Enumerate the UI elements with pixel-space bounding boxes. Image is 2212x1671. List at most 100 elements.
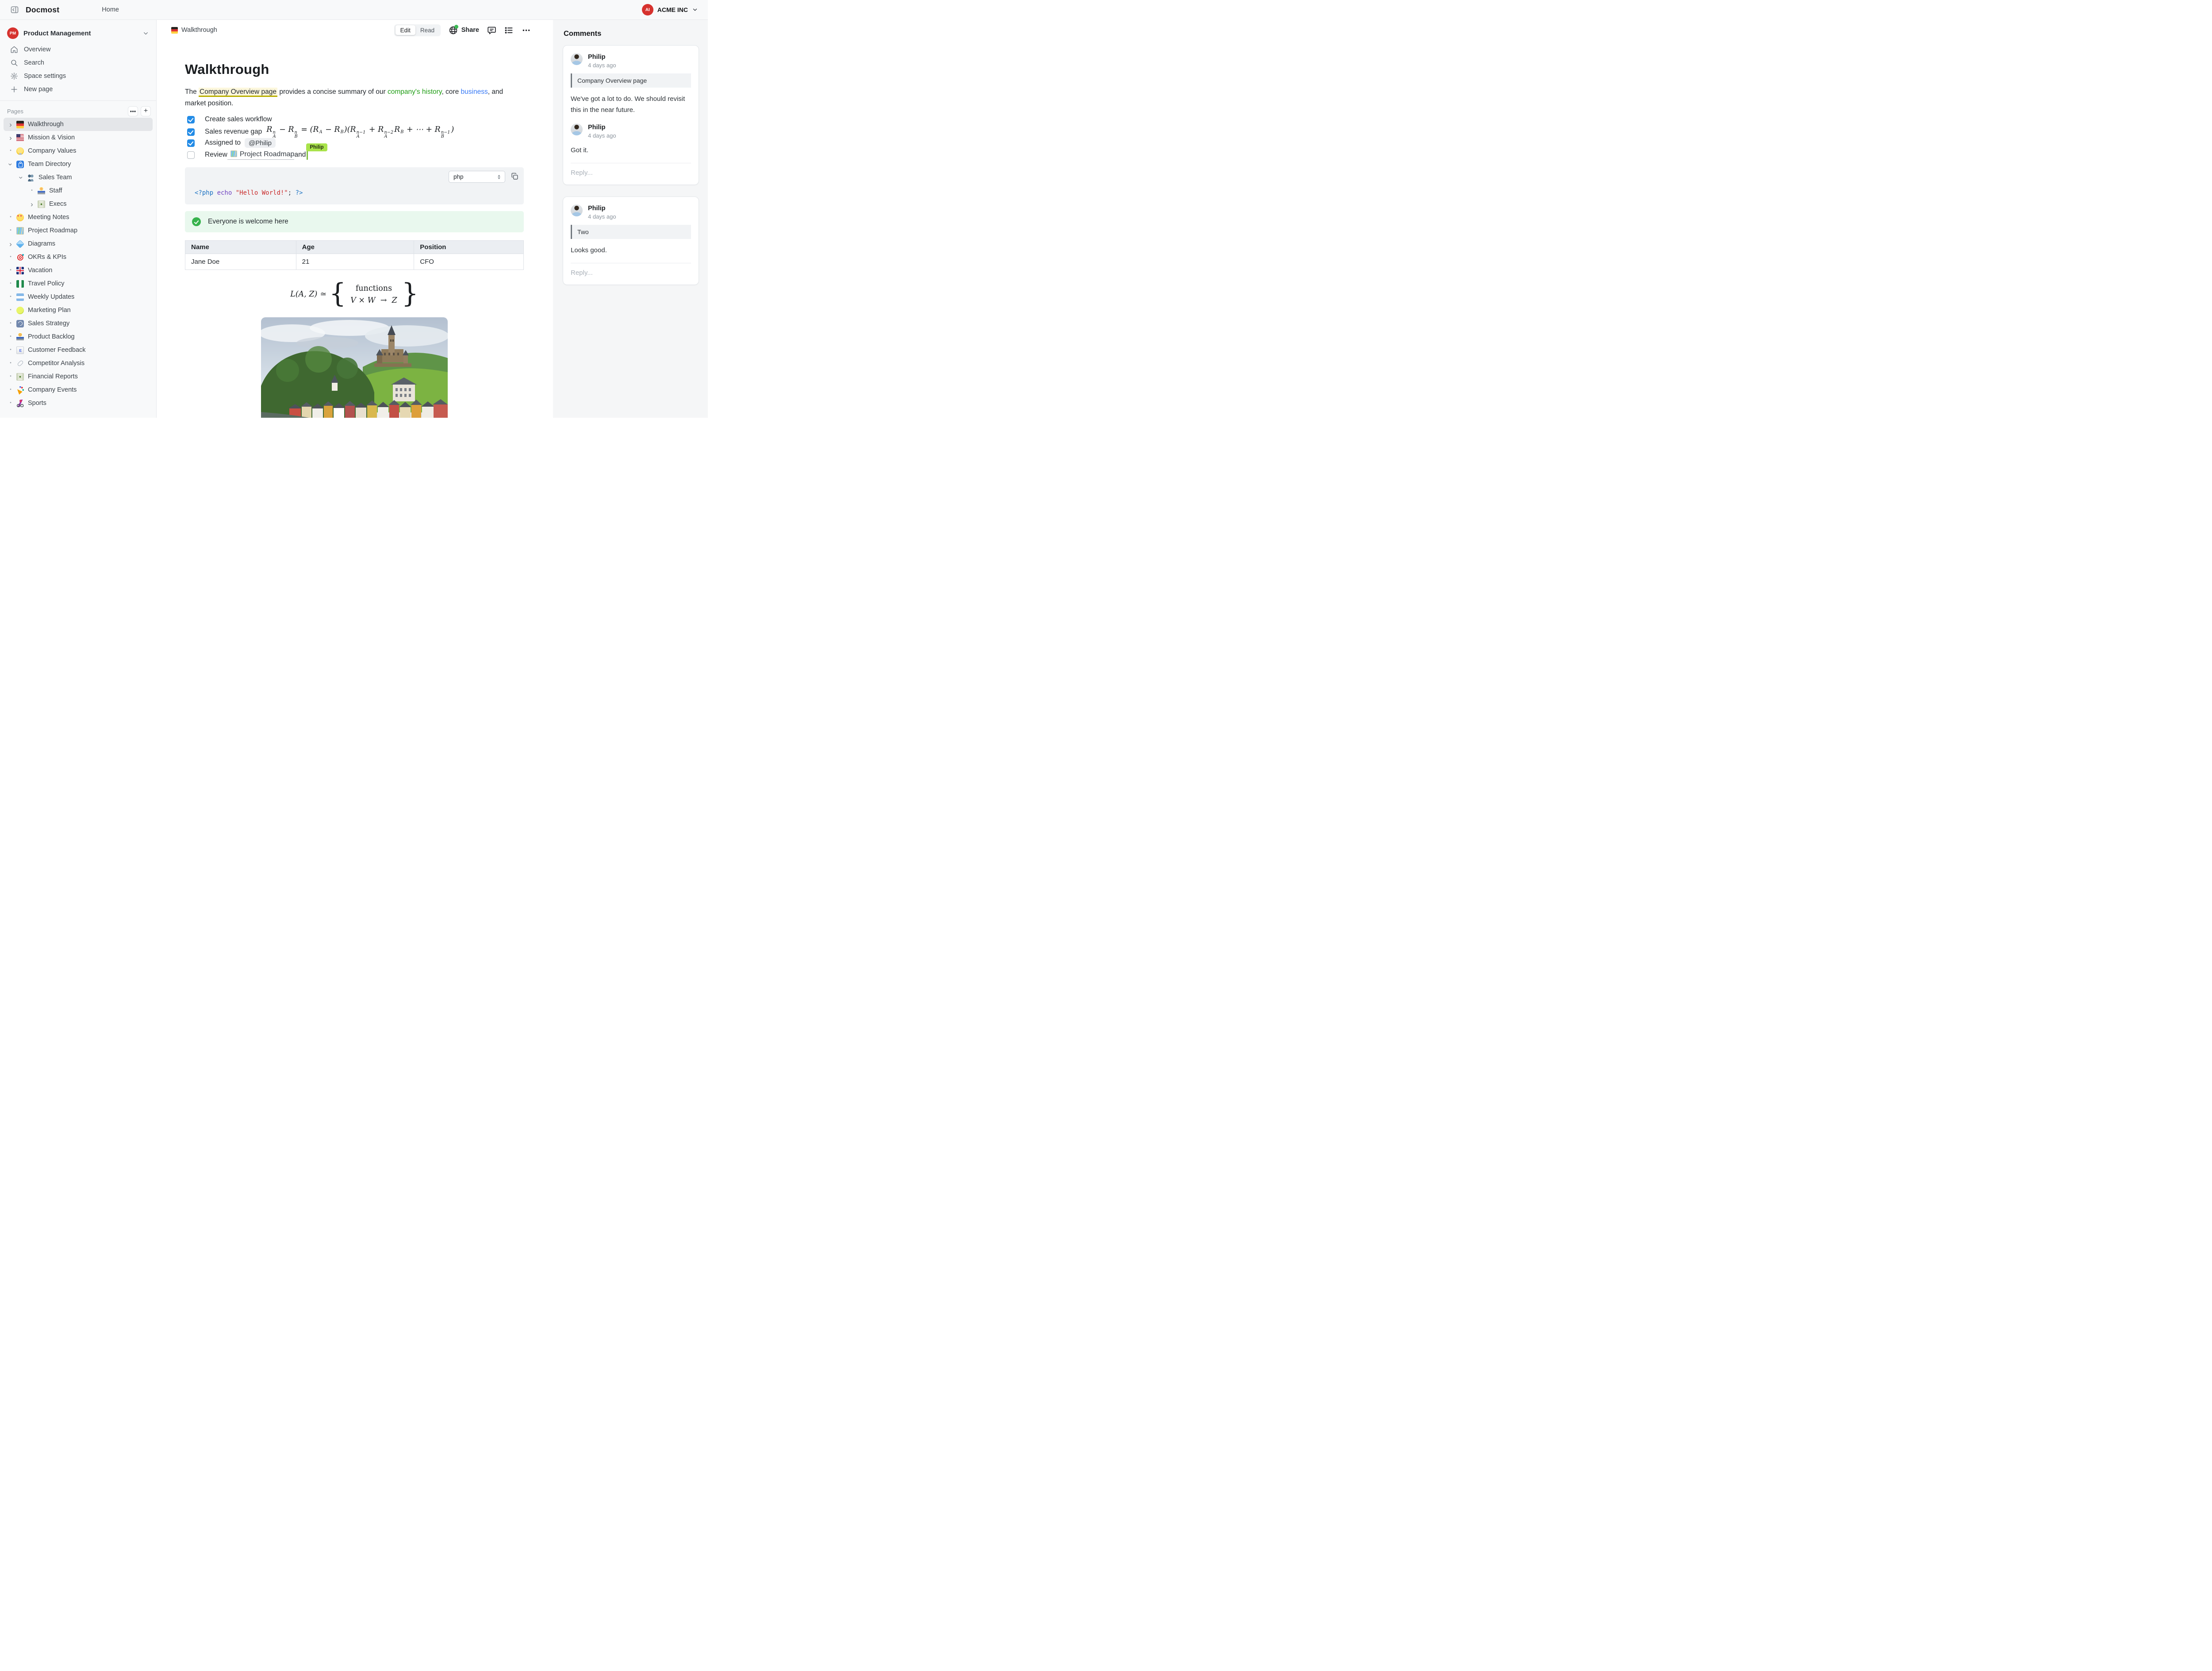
edit-read-toggle: Edit Read (394, 24, 441, 36)
sidebar-page-vacation[interactable]: •Vacation (4, 264, 153, 277)
column-header[interactable]: Age (296, 241, 414, 254)
comments-toggle-button[interactable] (487, 26, 496, 35)
page-link[interactable]: Project Roadmap (227, 150, 295, 160)
sidebar-page-marketing-plan[interactable]: •Marketing Plan (4, 304, 153, 317)
sidebar-page-sports[interactable]: •Sports (4, 397, 153, 410)
checkbox-checked[interactable] (187, 116, 195, 123)
code-language-select[interactable]: php (449, 171, 505, 183)
sidebar-page-meeting-notes[interactable]: •Meeting Notes (4, 211, 153, 224)
column-header[interactable]: Name (185, 241, 296, 254)
bullet-icon: • (6, 295, 15, 299)
document-image[interactable] (261, 317, 448, 418)
sidebar-page-sales-strategy[interactable]: •Sales Strategy (4, 317, 153, 330)
more-options-button[interactable] (522, 26, 531, 35)
sidebar-page-product-backlog[interactable]: •Product Backlog (4, 330, 153, 343)
table-cell[interactable]: Jane Doe (185, 254, 296, 270)
comments-panel: Comments Philip 4 days ago Company Overv… (553, 20, 708, 418)
sidebar-page-sales-team[interactable]: ›Sales Team (4, 171, 153, 184)
sidebar-page-staff[interactable]: •Staff (4, 184, 153, 197)
sidebar-item-overview[interactable]: Overview (0, 43, 156, 56)
sidebar-toggle-icon[interactable] (10, 5, 19, 15)
sidebar-page-project-roadmap[interactable]: •Project Roadmap (4, 224, 153, 237)
sidebar-page-travel-policy[interactable]: •Travel Policy (4, 277, 153, 290)
task-item: Assigned to @Philip (185, 137, 524, 149)
nigeria-flag-icon (16, 280, 24, 288)
chevron-down-icon[interactable]: › (18, 173, 25, 182)
bullet-icon: • (27, 189, 36, 193)
share-button[interactable]: Share (449, 26, 479, 35)
table-header-row: Name Age Position (185, 241, 524, 254)
chevron-right-icon[interactable]: › (6, 134, 15, 142)
sidebar-item-label: Overview (24, 46, 50, 53)
home-icon (10, 46, 18, 54)
chevron-right-icon[interactable]: › (27, 200, 36, 208)
page-title[interactable]: Walkthrough (185, 62, 524, 77)
chevron-right-icon[interactable]: › (6, 240, 15, 248)
table-of-contents-button[interactable] (504, 26, 514, 35)
bullet-icon: • (6, 361, 15, 366)
locker-key-icon (16, 161, 24, 168)
space-name: Product Management (23, 30, 138, 37)
copy-icon (511, 173, 518, 180)
page-tree: ›Walkthrough ›Mission & Vision •Company … (0, 118, 156, 410)
paragraph[interactable]: The Company Overview page provides a con… (185, 86, 524, 109)
pages-menu-button[interactable]: ••• (128, 106, 138, 116)
world-map-icon (16, 227, 24, 235)
table-cell[interactable]: 21 (296, 254, 414, 270)
sidebar-page-competitor-analysis[interactable]: •Competitor Analysis (4, 357, 153, 370)
bullet-icon: • (6, 281, 15, 286)
sidebar-page-team-directory[interactable]: ›Team Directory (4, 158, 153, 171)
bullet-icon: • (6, 321, 15, 326)
avatar (571, 204, 583, 216)
app-logo[interactable]: Docmost (26, 5, 59, 15)
space-switcher[interactable]: PM Product Management (0, 23, 156, 43)
user-mention-chip[interactable]: @Philip (245, 138, 276, 148)
uk-flag-icon (16, 267, 24, 274)
code-block[interactable]: php <?php echo "Hello World!"; ?> (185, 167, 524, 204)
checkbox-checked[interactable] (187, 139, 195, 147)
sidebar-page-company-events[interactable]: •Company Events (4, 383, 153, 397)
bullet-icon: • (6, 255, 15, 259)
table-cell[interactable]: CFO (414, 254, 524, 270)
castle-riverside-photo (261, 317, 448, 418)
bullet-icon: • (6, 308, 15, 312)
bullet-icon: • (6, 374, 15, 379)
bullet-icon: • (6, 149, 15, 153)
math-block[interactable]: L(A, Z) ≃ {functionsV × W → Z} (185, 278, 524, 311)
breadcrumb[interactable]: Walkthrough (171, 27, 217, 34)
reply-input[interactable]: Reply... (571, 169, 691, 178)
blue-link[interactable]: business (461, 88, 488, 96)
edit-mode-button[interactable]: Edit (396, 25, 415, 35)
read-mode-button[interactable]: Read (415, 25, 439, 35)
reply-input[interactable]: Reply... (571, 269, 691, 278)
sidebar-divider (0, 100, 156, 101)
chevron-down-icon (142, 30, 149, 37)
sidebar-page-walkthrough[interactable]: ›Walkthrough (4, 118, 153, 131)
sidebar-page-diagrams[interactable]: ›Diagrams (4, 237, 153, 250)
nav-home[interactable]: Home (102, 6, 119, 13)
checkbox-checked[interactable] (187, 128, 195, 136)
code-content[interactable]: <?php echo "Hello World!"; ?> (195, 189, 303, 196)
sidebar-page-mission-vision[interactable]: ›Mission & Vision (4, 131, 153, 144)
success-callout[interactable]: Everyone is welcome here (185, 211, 524, 232)
checkbox-unchecked[interactable] (187, 151, 195, 159)
comment: Philip 4 days ago (571, 204, 691, 220)
chevron-right-icon[interactable]: › (6, 121, 15, 128)
chevron-down-icon[interactable]: › (7, 160, 15, 169)
sidebar-page-okrs-kpis[interactable]: •OKRs & KPIs (4, 250, 153, 264)
top-bar: Docmost Home AI ACME INC (0, 0, 708, 20)
sidebar-page-customer-feedback[interactable]: •Customer Feedback (4, 343, 153, 357)
sidebar-item-search[interactable]: Search (0, 56, 156, 69)
sidebar-page-weekly-updates[interactable]: •Weekly Updates (4, 290, 153, 304)
comment-thread-card: Philip 4 days ago Two Looks good. Reply.… (563, 196, 699, 285)
copy-code-button[interactable] (511, 173, 518, 182)
column-header[interactable]: Position (414, 241, 524, 254)
sidebar-page-financial-reports[interactable]: •Financial Reports (4, 370, 153, 383)
workspace-switcher[interactable]: AI ACME INC (642, 4, 698, 15)
pages-add-button[interactable]: + (141, 106, 151, 116)
green-link[interactable]: company's history (388, 88, 442, 96)
sidebar-item-new-page[interactable]: New page (0, 83, 156, 96)
sidebar-page-execs[interactable]: ›Execs (4, 197, 153, 211)
sidebar-page-company-values[interactable]: •Company Values (4, 144, 153, 158)
sidebar-item-space-settings[interactable]: Space settings (0, 69, 156, 83)
